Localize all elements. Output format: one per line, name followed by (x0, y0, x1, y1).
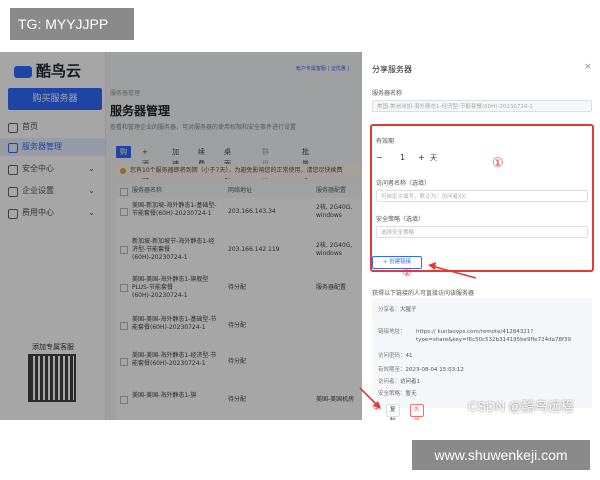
annotation-arrow-three (359, 387, 379, 407)
annotation-arrow-two (431, 265, 477, 279)
arrow-head-icon (428, 262, 436, 270)
watermark-bottom: www.shuwenkeji.com (412, 440, 590, 470)
annotation-arrows (359, 262, 477, 409)
app-screenshot: 酷鸟云 购买服务器 首页 服务器管理 安全中心 ⌄ 企业设置 ⌄ 费用中心 ⌄ … (0, 52, 600, 420)
watermark-top: TG: MYYJJPP (10, 8, 134, 40)
watermark-csdn: CSDN @酷鸟远程 (468, 399, 574, 414)
